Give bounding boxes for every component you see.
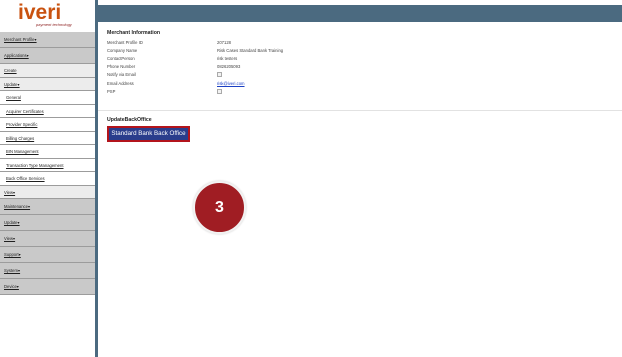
nav-applications[interactable]: Applications▾ — [0, 48, 95, 64]
section-divider — [98, 110, 622, 111]
update-back-office-title: UpdateBackOffice — [107, 117, 152, 123]
sidebar-divider-bar — [95, 0, 98, 357]
nav-general[interactable]: General — [0, 91, 95, 105]
iveri-logo[interactable]: iveri payment technology — [0, 0, 95, 32]
field-label: Notify via Email — [107, 72, 136, 77]
nav-transaction-type-management[interactable]: Transaction Type Management — [0, 158, 95, 172]
nav-update-app[interactable]: Update▾ — [0, 77, 95, 91]
nav-provider-specific[interactable]: Provider Specific — [0, 118, 95, 132]
standard-bank-back-office-button[interactable]: Standard Bank Back Office — [107, 126, 190, 142]
nav-system[interactable]: System▾ — [0, 263, 95, 279]
nav-bin-management[interactable]: BIN Management — [0, 145, 95, 159]
email-link[interactable]: risk@iveri.com — [217, 81, 245, 86]
nav-update[interactable]: Update▾ — [0, 215, 95, 231]
header-bar — [98, 5, 622, 22]
sidebar-nav: Merchant Profile▾ Applications▾ Create U… — [0, 32, 95, 295]
psp-checkbox[interactable] — [217, 89, 222, 94]
field-value: risk testers — [217, 56, 238, 61]
nav-device[interactable]: Device▾ — [0, 279, 95, 295]
nav-support[interactable]: Support▾ — [0, 247, 95, 263]
nav-view[interactable]: View▾ — [0, 231, 95, 247]
nav-back-office-services[interactable]: Back Office Services — [0, 172, 95, 186]
logo-tagline: payment technology — [36, 22, 72, 27]
sidebar: iveri payment technology Merchant Profil… — [0, 0, 95, 357]
field-value: 0826205093 — [217, 64, 241, 69]
field-label: Phone Number — [107, 64, 136, 69]
nav-create[interactable]: Create — [0, 64, 95, 78]
merchant-info-title: Merchant Information — [107, 30, 161, 36]
nav-merchant-profile[interactable]: Merchant Profile▾ — [0, 32, 95, 48]
nav-view-app[interactable]: View▾ — [0, 185, 95, 199]
nav-billing-charges[interactable]: Billing Charges — [0, 131, 95, 145]
field-label: Merchant Profile ID — [107, 40, 143, 45]
field-value: Risk Cases Standard Bank Training — [217, 48, 284, 53]
field-label: Company Name — [107, 48, 138, 53]
field-label: PSP — [107, 89, 116, 94]
nav-acquirer-certificates[interactable]: Acquirer Certificates — [0, 104, 95, 118]
field-value: 207128 — [217, 40, 231, 45]
nav-maintenance[interactable]: Maintenance▾ — [0, 199, 95, 215]
field-label: Email Address — [107, 81, 134, 86]
notify-email-checkbox[interactable] — [217, 72, 222, 77]
field-label: ContactPerson — [107, 56, 135, 61]
step-number-marker: 3 — [193, 181, 246, 234]
